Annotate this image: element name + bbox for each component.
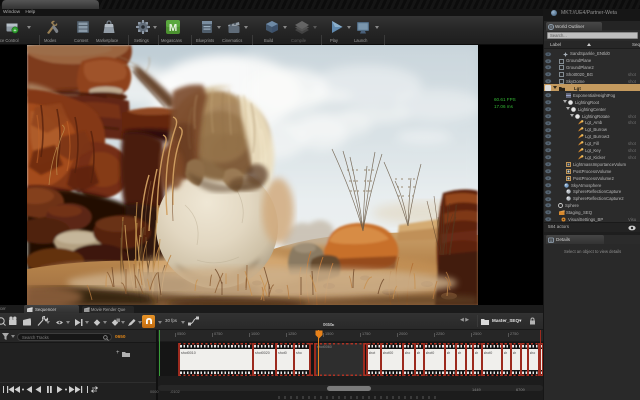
svg-text:M: M <box>169 23 177 34</box>
svg-text:+: + <box>13 28 16 34</box>
